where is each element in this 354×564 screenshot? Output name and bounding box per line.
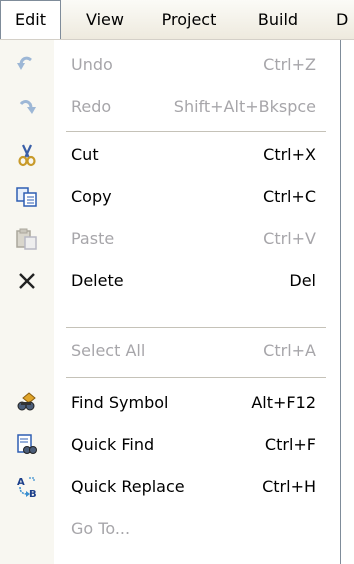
find-symbol-icon: [0, 382, 54, 424]
menu-item-cut[interactable]: Cut Ctrl+X: [0, 134, 340, 176]
menu-item-go-to[interactable]: Go To...: [0, 508, 340, 550]
menu-item-label: Paste: [71, 229, 115, 248]
menu-bar: Edit View Project Build D: [0, 0, 354, 40]
menu-item-delete[interactable]: Delete Del: [0, 260, 340, 302]
menu-item-shortcut: Ctrl+X: [263, 145, 316, 164]
menu-item-shortcut: Del: [289, 271, 316, 290]
menu-edit[interactable]: Edit: [0, 0, 61, 39]
menu-item-label: Delete: [71, 271, 124, 290]
menu-item-label: Redo: [71, 97, 112, 116]
cut-icon: [0, 134, 54, 176]
menu-item-label: Go To...: [71, 519, 131, 538]
menu-item-undo[interactable]: Undo Ctrl+Z: [0, 44, 340, 86]
menu-item-shortcut: Ctrl+A: [263, 341, 316, 360]
menu-build[interactable]: Build: [248, 0, 308, 39]
menu-item-label: Cut: [71, 145, 99, 164]
quick-replace-icon: A B: [0, 466, 54, 508]
menu-item-label: Copy: [71, 187, 112, 206]
menu-separator: [66, 327, 326, 328]
menu-item-shortcut: Alt+F12: [251, 393, 316, 412]
undo-icon: [0, 44, 54, 86]
menu-item-find-symbol[interactable]: Find Symbol Alt+F12: [0, 382, 340, 424]
menu-item-label: Quick Replace: [71, 477, 185, 496]
copy-icon: [0, 176, 54, 218]
menu-item-shortcut: Ctrl+C: [262, 187, 316, 206]
menu-item-shortcut: Ctrl+V: [263, 229, 316, 248]
edit-dropdown-menu: Undo Ctrl+Z Redo Shift+Alt+Bkspce Cut Ct…: [0, 40, 341, 564]
menu-item-label: Select All: [71, 341, 146, 360]
menu-item-label: Undo: [71, 55, 113, 74]
menu-item-select-all[interactable]: Select All Ctrl+A: [0, 330, 340, 372]
menu-debug-partial[interactable]: D: [336, 0, 354, 39]
menu-item-shortcut: Ctrl+Z: [263, 55, 316, 74]
menu-item-quick-find[interactable]: Quick Find Ctrl+F: [0, 424, 340, 466]
delete-icon: [0, 260, 54, 302]
menu-item-copy[interactable]: Copy Ctrl+C: [0, 176, 340, 218]
paste-icon: [0, 218, 54, 260]
menu-item-paste[interactable]: Paste Ctrl+V: [0, 218, 340, 260]
menu-view[interactable]: View: [76, 0, 134, 39]
menu-project[interactable]: Project: [148, 0, 230, 39]
menu-item-shortcut: Shift+Alt+Bkspce: [173, 97, 316, 116]
svg-text:A: A: [17, 477, 25, 488]
menu-item-label: Find Symbol: [71, 393, 169, 412]
menu-item-label: Quick Find: [71, 435, 155, 454]
menu-separator: [66, 377, 326, 378]
menu-separator: [66, 131, 326, 132]
svg-text:B: B: [29, 489, 37, 499]
menu-item-shortcut: Ctrl+F: [264, 435, 316, 454]
menu-item-shortcut: Ctrl+H: [262, 477, 316, 496]
menu-item-redo[interactable]: Redo Shift+Alt+Bkspce: [0, 86, 340, 128]
menu-item-quick-replace[interactable]: A B Quick Replace Ctrl+H: [0, 466, 340, 508]
redo-icon: [0, 86, 54, 128]
quick-find-icon: [0, 424, 54, 466]
